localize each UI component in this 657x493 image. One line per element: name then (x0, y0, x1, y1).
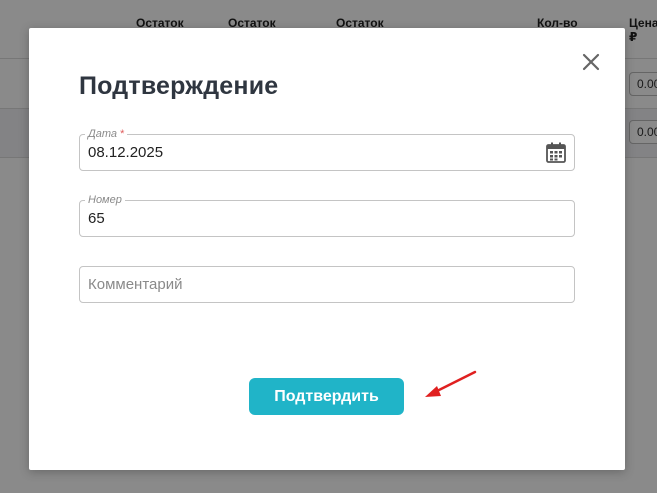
annotation-arrow (425, 370, 477, 397)
date-field[interactable]: Дата * (79, 127, 575, 171)
number-input[interactable] (80, 201, 574, 236)
confirmation-dialog: Подтверждение Дата * Номер Подтвердить (29, 28, 625, 470)
close-icon (582, 53, 600, 71)
number-field[interactable]: Номер (79, 193, 575, 237)
close-button[interactable] (580, 51, 602, 73)
comment-input[interactable] (80, 267, 574, 302)
calendar-icon[interactable] (546, 142, 566, 163)
comment-field[interactable] (79, 266, 575, 303)
dialog-title: Подтверждение (79, 72, 279, 100)
confirm-button[interactable]: Подтвердить (249, 378, 404, 415)
date-input[interactable] (80, 135, 574, 170)
